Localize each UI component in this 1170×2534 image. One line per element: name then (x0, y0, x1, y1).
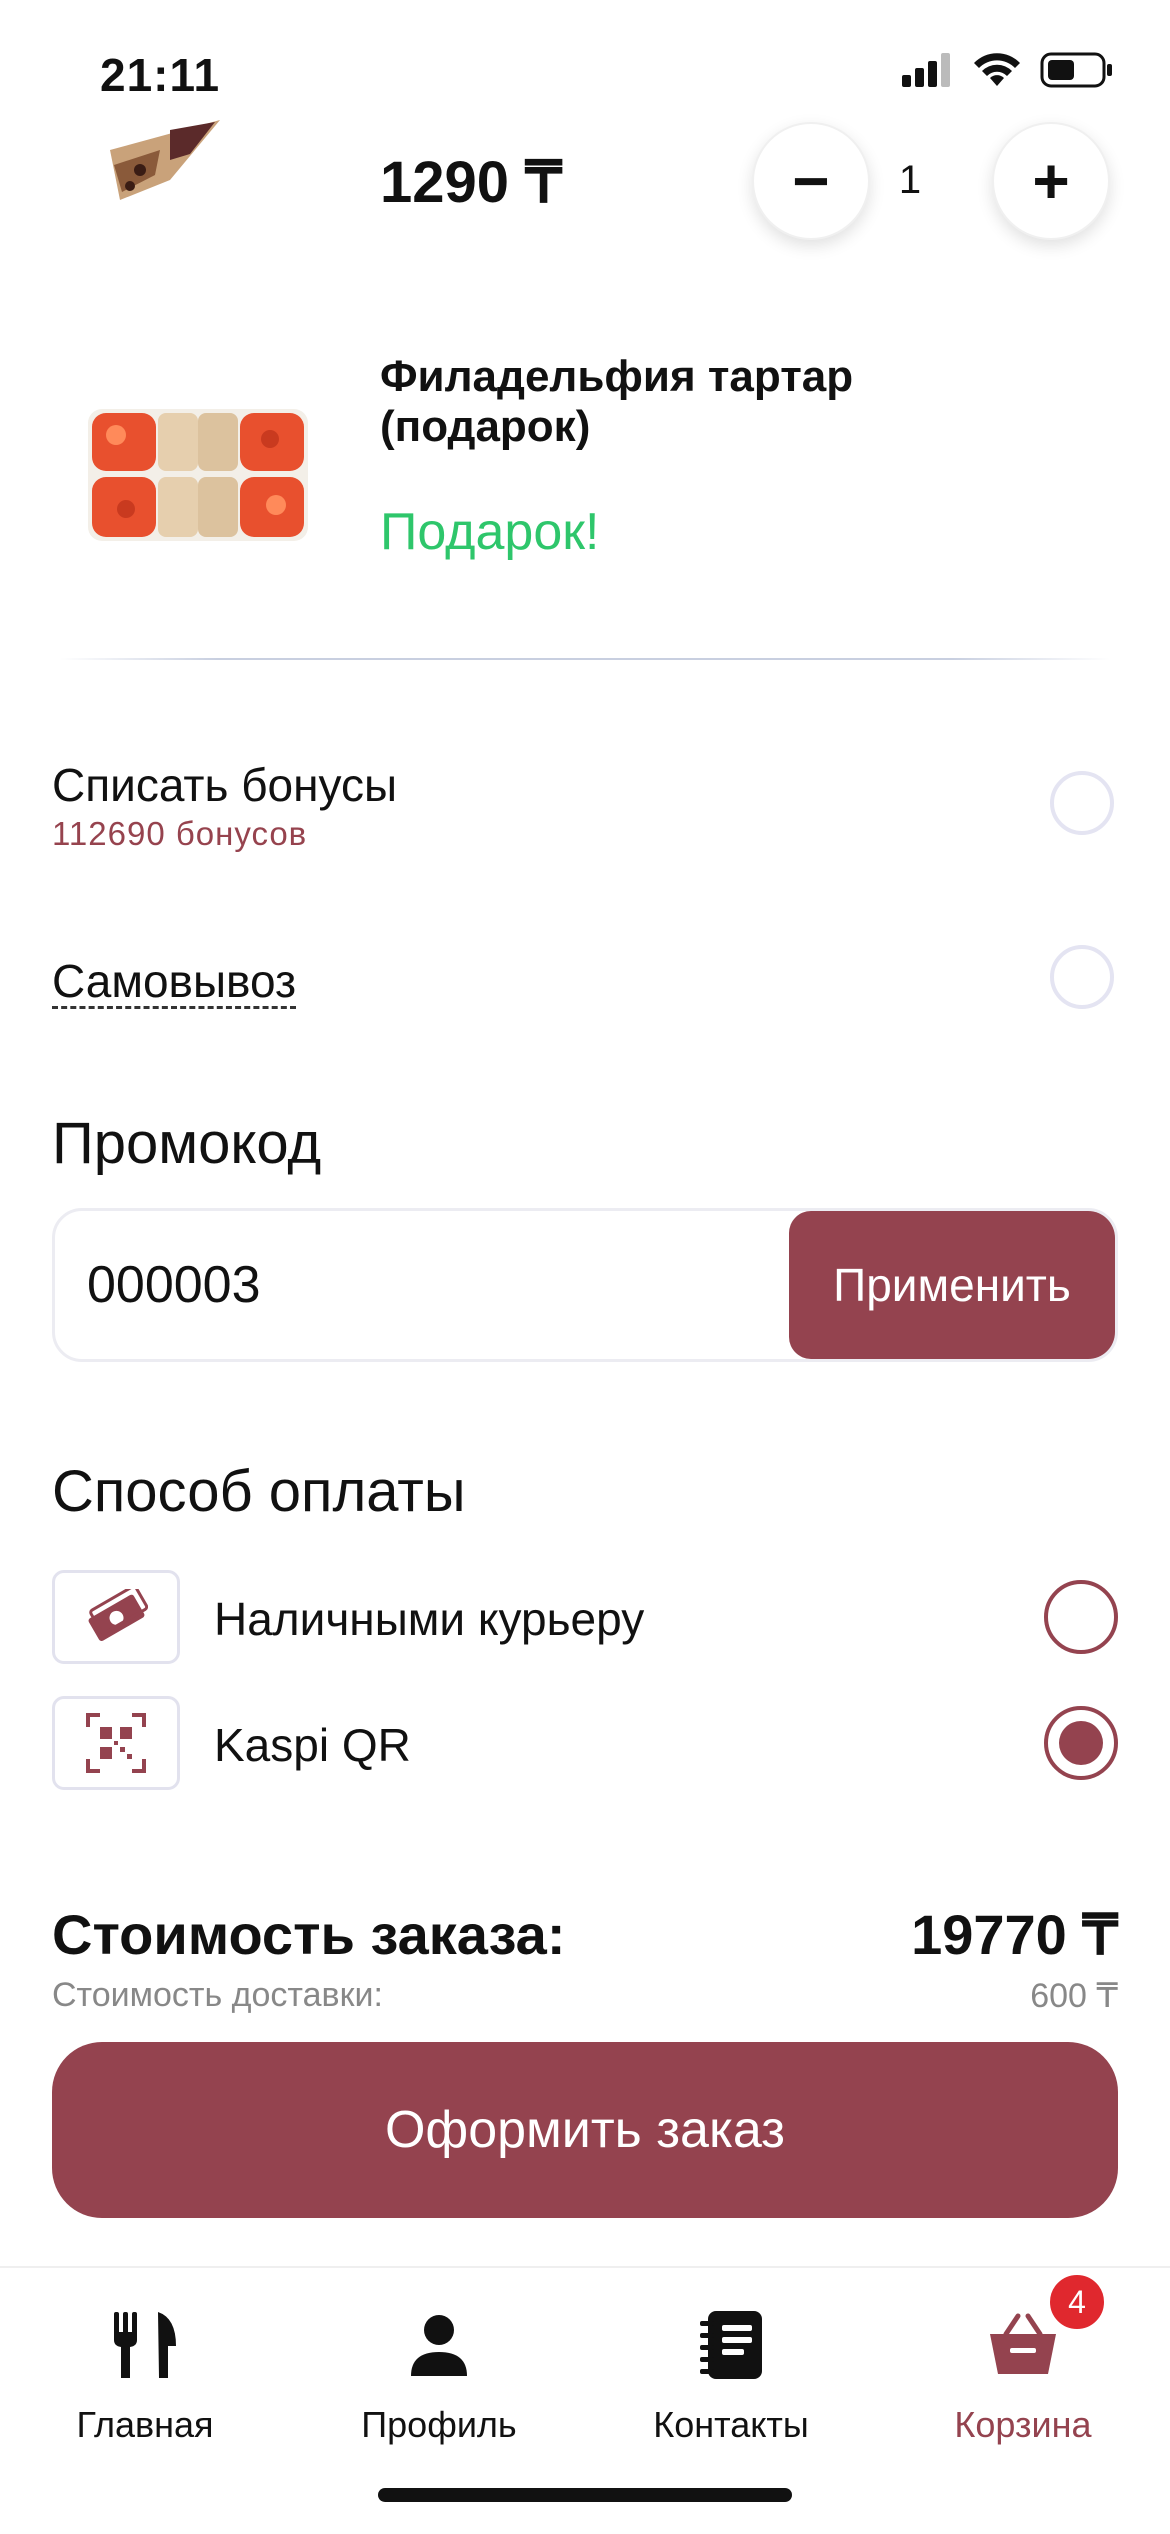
tab-contacts-label: Контакты (653, 2404, 809, 2445)
cash-payment-label[interactable]: Наличными курьеру (214, 1592, 644, 1646)
use-bonuses-radio[interactable] (1050, 771, 1114, 835)
promo-title: Промокод (52, 1111, 322, 1176)
order-total-label: Стоимость заказа: (52, 1903, 566, 1966)
use-bonuses-label: Списать бонусы (52, 759, 398, 811)
tab-home[interactable]: Главная (20, 2300, 270, 2446)
cash-payment-icon-box (52, 1570, 180, 1664)
tab-cart[interactable]: Корзина (898, 2300, 1148, 2446)
pickup-label[interactable]: Самовывоз (52, 956, 297, 1009)
pickup-radio[interactable] (1050, 945, 1114, 1009)
promo-box: Применить (52, 1208, 1118, 1362)
status-time: 21:11 (100, 49, 221, 101)
bonus-balance: 112690 бонусов (52, 815, 308, 852)
checkout-button[interactable]: Оформить заказ (52, 2042, 1118, 2218)
decrease-quantity-button[interactable]: − (752, 122, 870, 240)
payment-title: Способ оплаты (52, 1459, 466, 1524)
cake-image (110, 120, 220, 200)
delivery-cost-value: 600 ₸ (1030, 1977, 1118, 2015)
order-total-value: 19770 ₸ (911, 1903, 1118, 1966)
delivery-cost-label: Стоимость доставки: (52, 1976, 383, 2014)
cellular-signal-icon (902, 53, 950, 87)
fork-knife-icon (114, 2312, 176, 2378)
cart-count-badge: 4 (1047, 2272, 1107, 2332)
qr-code-icon (86, 1713, 146, 1773)
kaspi-payment-icon-box (52, 1696, 180, 1790)
increase-quantity-button[interactable]: + (992, 122, 1110, 240)
gift-item-name: Филадельфия тартар (подарок) (380, 352, 854, 451)
item-quantity: 1 (898, 158, 922, 202)
status-icons (902, 52, 1114, 88)
tab-profile[interactable]: Профиль (314, 2300, 564, 2446)
tab-profile-label: Профиль (361, 2404, 517, 2445)
divider (60, 658, 1110, 660)
person-icon (411, 2315, 467, 2376)
tab-cart-label: Корзина (954, 2404, 1092, 2445)
battery-icon (1040, 52, 1112, 88)
home-indicator (378, 2488, 792, 2502)
apply-promo-button[interactable]: Применить (789, 1211, 1115, 1359)
radio-selected-dot (1059, 1721, 1103, 1765)
gift-label: Подарок! (380, 503, 600, 561)
item-price: 1290 ₸ (380, 150, 563, 215)
kaspi-payment-radio[interactable] (1044, 1706, 1118, 1780)
wifi-icon (974, 53, 1020, 86)
promo-code-input[interactable] (55, 1211, 789, 1359)
cash-icon (88, 1589, 148, 1642)
tab-home-label: Главная (76, 2404, 214, 2445)
tab-contacts[interactable]: Контакты (606, 2300, 856, 2446)
cash-payment-radio[interactable] (1044, 1580, 1118, 1654)
basket-icon (990, 2313, 1056, 2374)
kaspi-payment-label[interactable]: Kaspi QR (214, 1718, 411, 1772)
notebook-icon (700, 2311, 762, 2379)
sushi-roll-image (88, 409, 308, 541)
